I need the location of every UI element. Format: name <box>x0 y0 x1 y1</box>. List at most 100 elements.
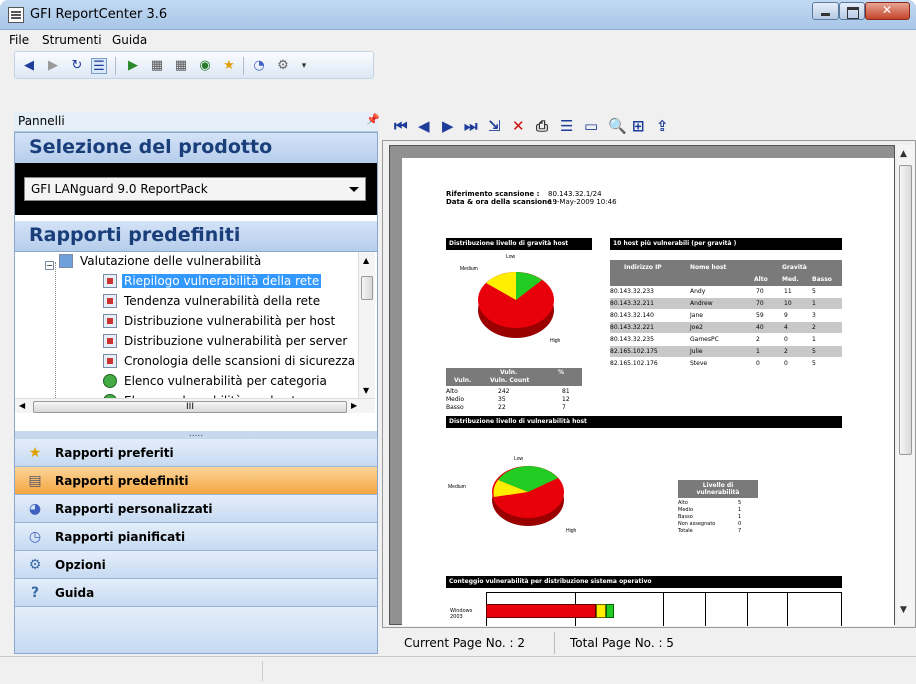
last-page-icon[interactable]: ⏭ <box>464 118 478 134</box>
zoom-icon[interactable]: ⊞ <box>632 118 645 134</box>
table-cell: 10 <box>784 300 792 307</box>
page-info-bar: Current Page No. : 2 Total Page No. : 5 <box>382 630 916 656</box>
calendar-30-icon[interactable]: ▦ <box>173 58 189 74</box>
next-page-icon[interactable]: ▶ <box>442 118 454 134</box>
tree-item-report[interactable]: Distribuzione vulnerabilità per server <box>103 334 349 352</box>
report-viewer: Riferimento scansione : 80.143.32.1/24 D… <box>382 140 916 628</box>
table-cell: 81 <box>562 388 570 395</box>
pie1-label-low: Low <box>506 254 516 260</box>
toggle-tree-icon[interactable]: ☰ <box>560 118 573 134</box>
pin-icon[interactable]: 📌 <box>366 113 380 126</box>
scroll-up-icon[interactable]: ▲ <box>363 256 369 265</box>
nav-opzioni[interactable]: ⚙ Opzioni <box>15 551 377 579</box>
window-title: GFI ReportCenter 3.6 <box>30 7 168 22</box>
nav-rapporti-preferiti[interactable]: ★ Rapporti preferiti <box>15 439 377 467</box>
tree-item-report[interactable]: Cronologia delle scansioni di sicurezza <box>103 354 357 372</box>
pie2-label-high: High <box>566 528 577 534</box>
export-icon[interactable]: ⇪ <box>656 118 669 134</box>
report-run-icon[interactable]: ▶ <box>125 58 141 74</box>
menu-strumenti[interactable]: Strumenti <box>42 33 102 47</box>
scroll-left-icon[interactable]: ◀ <box>19 401 25 410</box>
table-cell: 7 <box>738 528 742 534</box>
left-panel: Selezione del prodotto GFI LANguard 9.0 … <box>14 132 378 654</box>
viewer-vertical-scrollbar[interactable]: ▲ ▼ <box>897 145 915 625</box>
stop-icon[interactable]: ✕ <box>512 118 525 134</box>
tree-item-report[interactable]: Tendenza vulnerabilità della rete <box>103 294 322 312</box>
back-icon[interactable]: ◀ <box>21 58 37 74</box>
panel-header: Pannelli 📌 <box>14 112 380 132</box>
schedule-icon[interactable]: ◔ <box>251 58 267 74</box>
table-cell: 82.165.102.176 <box>610 360 658 367</box>
tree-folder[interactable]: − Valutazione delle vulnerabilità <box>45 254 263 272</box>
table-cell: 0 <box>756 360 760 367</box>
product-select-area: GFI LANguard 9.0 ReportPack <box>15 163 377 215</box>
nav-label: Rapporti predefiniti <box>55 474 189 488</box>
pie2-title: Distribuzione livello di vulnerabilità h… <box>446 416 842 428</box>
scroll-down-icon[interactable]: ▼ <box>363 386 369 395</box>
panel-splitter[interactable]: ..... <box>15 430 377 439</box>
product-select[interactable]: GFI LANguard 9.0 ReportPack <box>24 177 366 201</box>
table-cell: 82.165.102.175 <box>610 348 658 355</box>
nav-rapporti-personalizzati[interactable]: ◕ Rapporti personalizzati <box>15 495 377 523</box>
nav-guida[interactable]: ? Guida <box>15 579 377 607</box>
table-cell: 70 <box>756 288 764 295</box>
refresh-icon[interactable]: ↻ <box>69 58 85 74</box>
vuln-col-percent: % <box>558 369 565 376</box>
pie2-chart: Low Medium High <box>448 456 577 534</box>
table-cell: 12 <box>562 396 570 403</box>
nav-footer <box>15 607 377 653</box>
nav-rapporti-pianificati[interactable]: ◷ Rapporti pianificati <box>15 523 377 551</box>
table-cell: 9 <box>784 312 788 319</box>
tree-view-icon[interactable]: ☰ <box>91 58 107 74</box>
tree-item-label: Tendenza vulnerabilità della rete <box>124 294 321 308</box>
pie1-label-medium: Medium <box>460 266 478 272</box>
toolbar-overflow-icon[interactable]: ▾ <box>299 58 309 74</box>
favorite-star-icon[interactable]: ★ <box>221 58 237 74</box>
table-cell: Julie <box>690 348 703 355</box>
page-background: Riferimento scansione : 80.143.32.1/24 D… <box>389 145 895 626</box>
page-setup-icon[interactable]: ▭ <box>584 118 598 134</box>
table-cell: 11 <box>784 288 792 295</box>
first-page-icon[interactable]: ⏮ <box>394 118 408 134</box>
folder-icon <box>59 254 73 268</box>
menu-file[interactable]: File <box>9 33 29 47</box>
tree-vertical-scrollbar[interactable]: ▲ ▼ <box>358 252 375 398</box>
report-icon <box>103 354 117 368</box>
product-section-title: Selezione del prodotto <box>15 133 377 163</box>
close-button[interactable] <box>865 2 910 20</box>
viewer-vscroll-thumb[interactable] <box>899 165 912 455</box>
print-icon[interactable]: ⎙ <box>536 118 548 134</box>
tree-horizontal-scrollbar[interactable]: ◀ III ▶ <box>15 398 375 413</box>
calendar-7-icon[interactable]: ▦ <box>149 58 165 74</box>
previous-page-icon[interactable]: ◀ <box>418 118 430 134</box>
forward-icon[interactable]: ▶ <box>45 58 61 74</box>
goto-page-icon[interactable]: ⇲ <box>488 118 501 134</box>
scroll-right-icon[interactable]: ▶ <box>351 401 357 410</box>
vuln-col-header: Vuln. <box>500 369 518 376</box>
tree-item-report[interactable]: Elenco vulnerabilità per categoria <box>103 374 329 392</box>
current-page: Current Page No. : 2 <box>404 636 525 650</box>
table-cell: 40 <box>756 324 764 331</box>
scroll-up-icon[interactable]: ▲ <box>900 149 907 159</box>
app-window: GFI ReportCenter 3.6 File Strumenti Guid… <box>0 0 916 684</box>
find-icon[interactable]: 🔍 <box>608 118 627 134</box>
collapse-icon[interactable]: − <box>45 261 54 270</box>
options-icon[interactable]: ⚙ <box>275 58 291 74</box>
tree-item-report[interactable]: Distribuzione vulnerabilità per host <box>103 314 337 332</box>
tree-item-report[interactable]: Riepilogo vulnerabilità della rete <box>103 274 322 292</box>
tree-vscroll-thumb[interactable] <box>361 276 373 300</box>
tree-hscroll-thumb[interactable]: III <box>33 401 347 413</box>
globe-icon[interactable]: ◉ <box>197 58 213 74</box>
table-cell: 3 <box>812 312 816 319</box>
minimize-button[interactable] <box>812 2 839 20</box>
table-cell: 1 <box>812 336 816 343</box>
title-bar: GFI ReportCenter 3.6 <box>0 0 916 30</box>
level-header-label: Livello di vulnerabilità <box>696 482 740 496</box>
maximize-button[interactable] <box>839 2 865 20</box>
nav-rapporti-predefiniti[interactable]: ▤ Rapporti predefiniti <box>15 467 377 495</box>
menu-guida[interactable]: Guida <box>112 33 147 47</box>
hosts-title: 10 host più vulnerabili (per gravità ) <box>610 238 842 250</box>
scroll-down-icon[interactable]: ▼ <box>900 605 907 615</box>
table-cell: Basso <box>446 404 464 411</box>
tree-item-label: Distribuzione vulnerabilità per host <box>124 314 336 328</box>
